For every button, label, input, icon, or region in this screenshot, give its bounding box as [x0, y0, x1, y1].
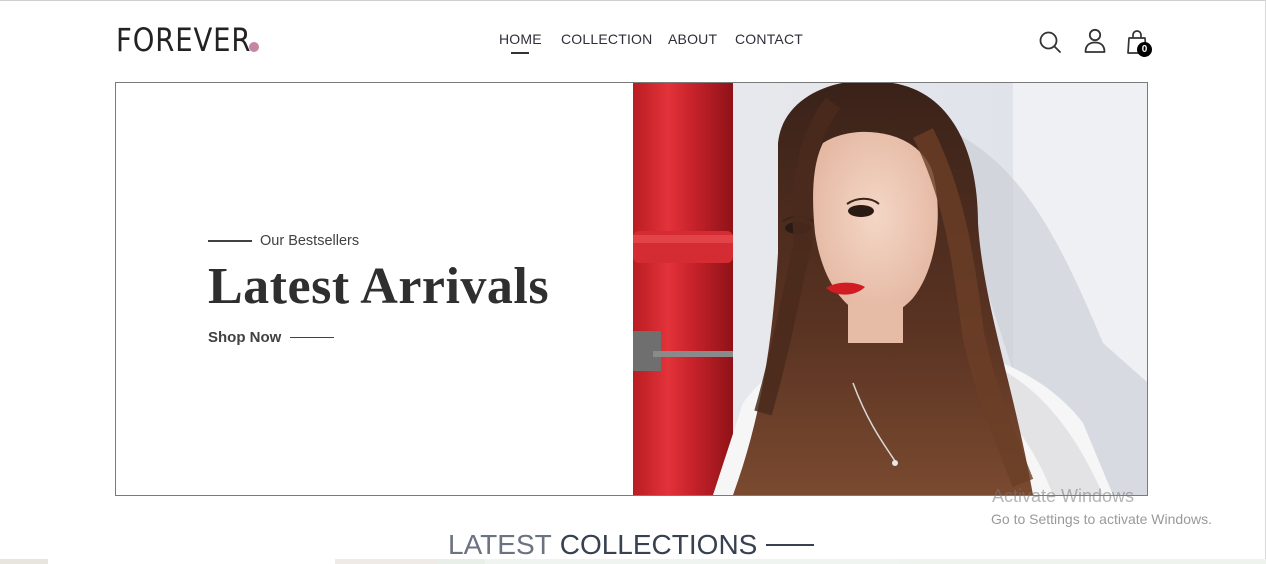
- eyebrow-text: Our Bestsellers: [260, 233, 360, 249]
- brand-logo[interactable]: FOREVER: [116, 22, 251, 58]
- hero-image: [633, 83, 1147, 495]
- cart-count-badge: 0: [1137, 42, 1152, 57]
- eyebrow-line: [208, 240, 252, 242]
- shop-now-line: [290, 336, 335, 339]
- product-thumbnails-strip: [0, 559, 1266, 564]
- section-title-light: LATEST: [448, 529, 552, 560]
- nav-about[interactable]: ABOUT: [668, 31, 717, 47]
- section-title-bold: COLLECTIONS: [559, 529, 758, 560]
- hero-text-panel: Our Bestsellers Latest Arrivals Shop Now: [116, 83, 633, 495]
- hero-title: Latest Arrivals: [208, 258, 550, 315]
- logo-dot: [249, 42, 259, 52]
- hero-banner: Our Bestsellers Latest Arrivals Shop Now: [115, 82, 1148, 496]
- eyebrow-row: Our Bestsellers: [208, 233, 359, 249]
- top-border: [0, 0, 1266, 1]
- windows-watermark-title: Activate Windows: [992, 486, 1135, 506]
- nav-collection[interactable]: COLLECTION: [561, 31, 652, 47]
- section-title-line: [766, 544, 815, 546]
- active-nav-indicator: [511, 52, 529, 54]
- nav-home[interactable]: HOME: [499, 31, 542, 47]
- nav-contact[interactable]: CONTACT: [735, 31, 803, 47]
- section-heading: LATEST COLLECTIONS: [448, 529, 815, 561]
- windows-watermark-subtitle: Go to Settings to activate Windows.: [991, 511, 1212, 527]
- shop-now-link[interactable]: Shop Now: [208, 329, 335, 346]
- search-icon[interactable]: [1038, 30, 1062, 54]
- shop-now-label[interactable]: Shop Now: [208, 329, 281, 346]
- profile-icon[interactable]: [1083, 28, 1107, 54]
